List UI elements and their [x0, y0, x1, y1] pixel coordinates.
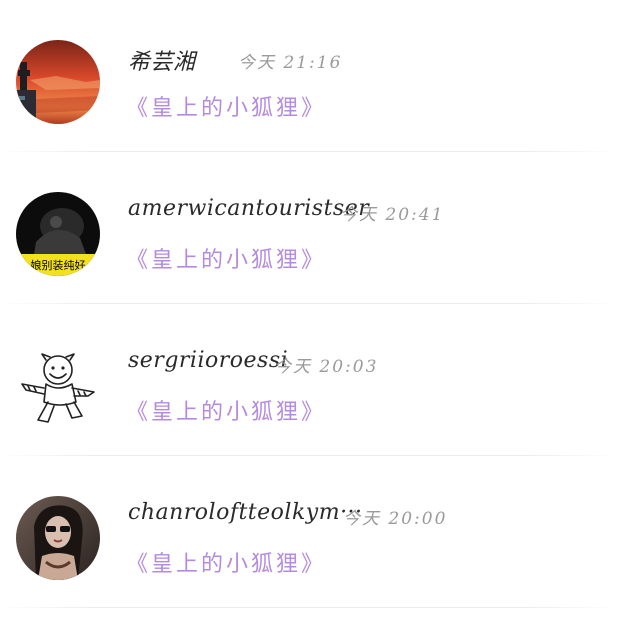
source-link[interactable]: 《皇上的小狐狸》: [126, 90, 326, 122]
comment-list: 希芸湘 今天 21:16 《皇上的小狐狸》 娘别装纯好 amerwicantou…: [0, 0, 618, 627]
avatar[interactable]: [16, 40, 100, 124]
avatar[interactable]: 娘别装纯好: [16, 192, 100, 276]
username[interactable]: chanroloftteolkym···: [128, 500, 363, 525]
timestamp: 今天 20:00: [343, 509, 448, 529]
source-link[interactable]: 《皇上的小狐狸》: [126, 394, 326, 426]
username[interactable]: 希芸湘: [128, 44, 196, 76]
avatar[interactable]: [16, 496, 100, 580]
list-item[interactable]: chanroloftteolkym··· 今天 20:00 《皇上的小狐狸》: [0, 456, 618, 608]
divider: [0, 607, 618, 608]
timestamp: 今天 21:16: [238, 53, 343, 73]
source-link[interactable]: 《皇上的小狐狸》: [126, 242, 326, 274]
username[interactable]: sergriioroessi: [128, 348, 288, 373]
list-item[interactable]: 希芸湘 今天 21:16 《皇上的小狐狸》: [0, 0, 618, 152]
avatar-caption: 娘别装纯好: [31, 258, 86, 272]
portrait-avatar-icon: [16, 496, 100, 580]
list-item[interactable]: 娘别装纯好 amerwicantouristser 今天 20:41 《皇上的小…: [0, 152, 618, 304]
source-link[interactable]: 《皇上的小狐狸》: [126, 546, 326, 578]
timestamp: 今天 20:03: [274, 357, 379, 377]
username[interactable]: amerwicantouristser: [128, 196, 369, 221]
dark-photo-avatar-icon: 娘别装纯好: [16, 192, 100, 276]
cartoon-tiger-icon: [16, 344, 100, 428]
timestamp: 今天 20:41: [340, 205, 445, 225]
list-item[interactable]: sergriioroessi 今天 20:03 《皇上的小狐狸》: [0, 304, 618, 456]
avatar[interactable]: [16, 344, 100, 428]
sunset-avatar-icon: [16, 40, 100, 124]
